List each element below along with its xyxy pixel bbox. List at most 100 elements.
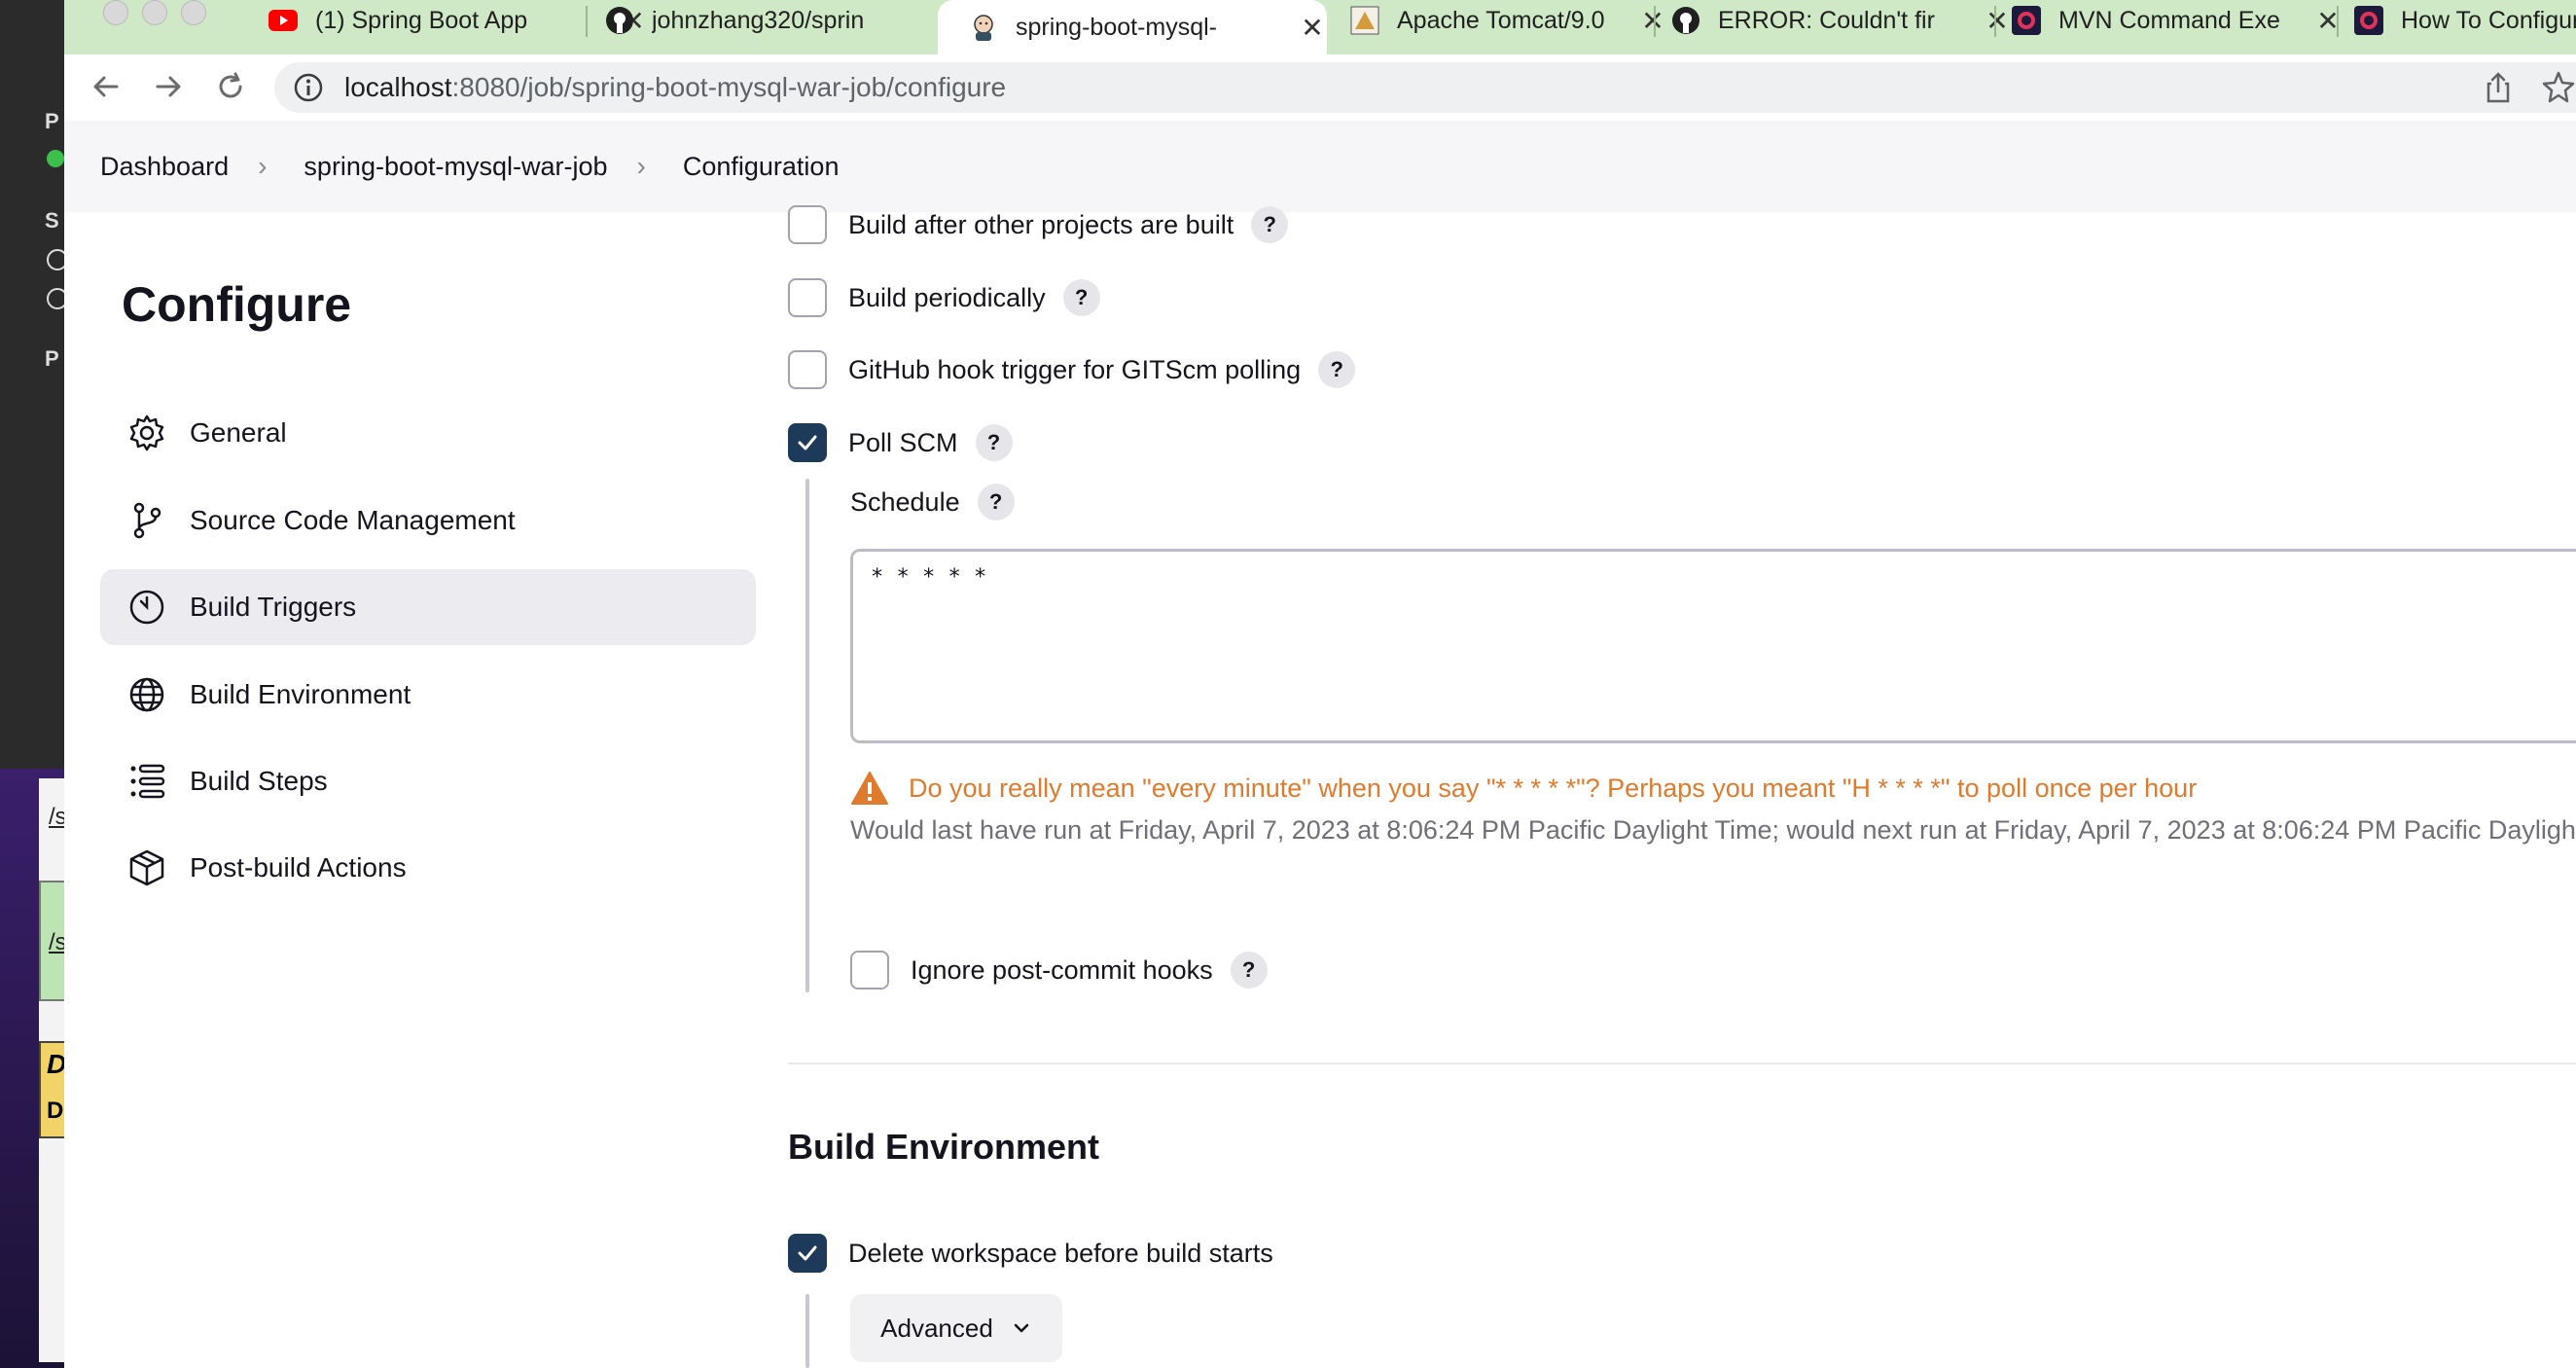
clock-icon xyxy=(125,586,168,629)
trigger-poll-scm: Poll SCM ? xyxy=(788,423,1013,462)
back-button[interactable] xyxy=(86,66,126,107)
jenkins-page: Dashboard › spring-boot-mysql-war-job › … xyxy=(64,121,2576,1368)
sidebar-item-build-triggers[interactable]: Build Triggers xyxy=(100,569,756,645)
delete-workspace-row: Delete workspace before build starts xyxy=(788,1234,1273,1273)
site-info-icon[interactable] xyxy=(292,71,325,104)
tab-title: How To Configure M xyxy=(2401,6,2576,34)
close-tab-icon[interactable]: ✕ xyxy=(1638,5,1667,37)
browser-tab-active[interactable]: spring-boot-mysql- ✕ xyxy=(938,0,1327,54)
checkbox-label[interactable]: Ignore post-commit hooks xyxy=(911,955,1213,986)
tab-title: spring-boot-mysql- xyxy=(1016,13,1218,41)
chevron-down-icon xyxy=(1014,1323,1029,1333)
mvn-site-icon xyxy=(2354,6,2383,35)
poll-scm-checkbox[interactable] xyxy=(788,423,827,462)
sidebar-item-source-code-management[interactable]: Source Code Management xyxy=(100,483,756,558)
github-icon xyxy=(1671,6,1700,35)
github-icon xyxy=(605,6,634,35)
browser-tab[interactable]: johnzhang320/sprin ✕ xyxy=(605,0,984,41)
breadcrumb: Dashboard › spring-boot-mysql-war-job › … xyxy=(64,121,2576,212)
github-hook-checkbox[interactable] xyxy=(788,350,827,389)
advanced-button[interactable]: Advanced xyxy=(850,1294,1062,1362)
zoom-window-button[interactable] xyxy=(181,0,206,25)
gear-icon xyxy=(125,412,168,454)
help-icon[interactable]: ? xyxy=(977,484,1015,521)
browser-tab[interactable]: ERROR: Couldn't fir ✕ xyxy=(1671,0,2012,41)
browser-toolbar: localhost:8080/job/spring-boot-mysql-war… xyxy=(64,54,2576,119)
youtube-icon xyxy=(268,6,298,35)
breadcrumb-configuration[interactable]: Configuration xyxy=(683,152,840,182)
arrow-right-icon xyxy=(156,76,181,97)
checkbox-label[interactable]: GitHub hook trigger for GITScm polling xyxy=(848,355,1301,385)
tab-title: johnzhang320/sprin xyxy=(652,6,865,34)
trigger-build-periodically: Build periodically ? xyxy=(788,278,1100,317)
trigger-github-hook: GitHub hook trigger for GITScm polling ? xyxy=(788,350,1356,389)
reload-button[interactable] xyxy=(210,66,251,107)
schedule-label: Schedule xyxy=(850,486,960,517)
sidebar-item-build-environment[interactable]: Build Environment xyxy=(100,657,756,733)
browser-tab[interactable]: How To Configure M xyxy=(2354,0,2576,41)
background-label: S xyxy=(45,208,59,233)
minimize-window-button[interactable] xyxy=(142,0,167,25)
warning-icon xyxy=(851,772,888,805)
nested-options-line xyxy=(805,479,809,992)
delete-workspace-checkbox[interactable] xyxy=(788,1234,827,1273)
tab-title: Apache Tomcat/9.0 xyxy=(1397,6,1605,34)
sidebar-item-general[interactable]: General xyxy=(100,395,756,471)
help-icon[interactable]: ? xyxy=(1251,206,1289,243)
help-icon[interactable]: ? xyxy=(975,424,1013,461)
share-icon[interactable] xyxy=(2481,70,2516,105)
build-after-other-checkbox[interactable] xyxy=(788,205,827,244)
help-icon[interactable]: ? xyxy=(1230,952,1268,989)
tab-title: (1) Spring Boot App xyxy=(315,6,528,34)
section-title-build-environment: Build Environment xyxy=(788,1127,1100,1167)
close-window-button[interactable] xyxy=(103,0,128,25)
browser-tab[interactable]: Apache Tomcat/9.0 ✕ xyxy=(1288,0,1667,41)
trigger-build-after-other: Build after other projects are built ? xyxy=(788,205,1289,244)
checkbox-label[interactable]: Poll SCM xyxy=(848,428,958,458)
help-icon[interactable]: ? xyxy=(1062,279,1100,316)
background-label: P xyxy=(45,109,59,133)
page-title: Configure xyxy=(122,277,352,332)
breadcrumb-job[interactable]: spring-boot-mysql-war-job xyxy=(304,152,607,182)
browser-window: (1) Spring Boot App ✕ johnzhang320/sprin… xyxy=(64,0,2576,1368)
ignore-post-commit-row: Ignore post-commit hooks ? xyxy=(850,951,1268,990)
schedule-label-row: Schedule ? xyxy=(850,484,1015,521)
ignore-post-commit-checkbox[interactable] xyxy=(850,951,889,990)
sidebar-item-build-steps[interactable]: Build Steps xyxy=(100,743,756,819)
url-text: localhost:8080/job/spring-boot-mysql-war… xyxy=(344,72,1006,103)
package-icon xyxy=(125,846,168,889)
status-dot xyxy=(47,150,64,167)
address-bar[interactable]: localhost:8080/job/spring-boot-mysql-war… xyxy=(274,62,2576,113)
branch-icon xyxy=(125,499,168,542)
browser-tab[interactable]: (1) Spring Boot App ✕ xyxy=(268,0,648,41)
url-path: :8080/job/spring-boot-mysql-war-job/conf… xyxy=(451,72,1007,102)
sidebar-item-label: Build Environment xyxy=(190,679,411,709)
build-periodically-checkbox[interactable] xyxy=(788,278,827,317)
help-icon[interactable]: ? xyxy=(1318,351,1356,388)
sidebar-item-label: Post-build Actions xyxy=(190,852,407,882)
section-divider xyxy=(788,1062,2576,1064)
sidebar-item-post-build-actions[interactable]: Post-build Actions xyxy=(100,830,756,906)
sidebar-item-label: Build Triggers xyxy=(190,592,357,622)
browser-tab[interactable]: MVN Command Exe ✕ xyxy=(2012,0,2343,41)
tab-strip: (1) Spring Boot App ✕ johnzhang320/sprin… xyxy=(64,0,2576,54)
advanced-label: Advanced xyxy=(880,1313,993,1343)
checkbox-label[interactable]: Build periodically xyxy=(848,283,1046,313)
chevron-right-icon: › xyxy=(636,151,646,181)
sidebar-item-label: Source Code Management xyxy=(190,505,516,535)
schedule-textarea[interactable]: * * * * * xyxy=(850,549,2576,743)
breadcrumb-dashboard[interactable]: Dashboard xyxy=(100,152,229,182)
reload-icon xyxy=(219,72,242,98)
bookmark-star-icon[interactable] xyxy=(2541,70,2576,105)
globe-icon xyxy=(125,673,168,716)
jenkins-icon xyxy=(969,13,998,42)
warning-text: Do you really mean "every minute" when y… xyxy=(909,773,2198,803)
check-icon xyxy=(798,435,817,450)
tomcat-icon xyxy=(1350,6,1379,35)
list-icon xyxy=(125,760,168,803)
schedule-warning: Do you really mean "every minute" when y… xyxy=(850,771,2197,806)
close-tab-icon[interactable]: ✕ xyxy=(1983,5,2012,37)
forward-button[interactable] xyxy=(148,66,189,107)
checkbox-label[interactable]: Build after other projects are built xyxy=(848,210,1234,240)
checkbox-label[interactable]: Delete workspace before build starts xyxy=(848,1239,1273,1269)
